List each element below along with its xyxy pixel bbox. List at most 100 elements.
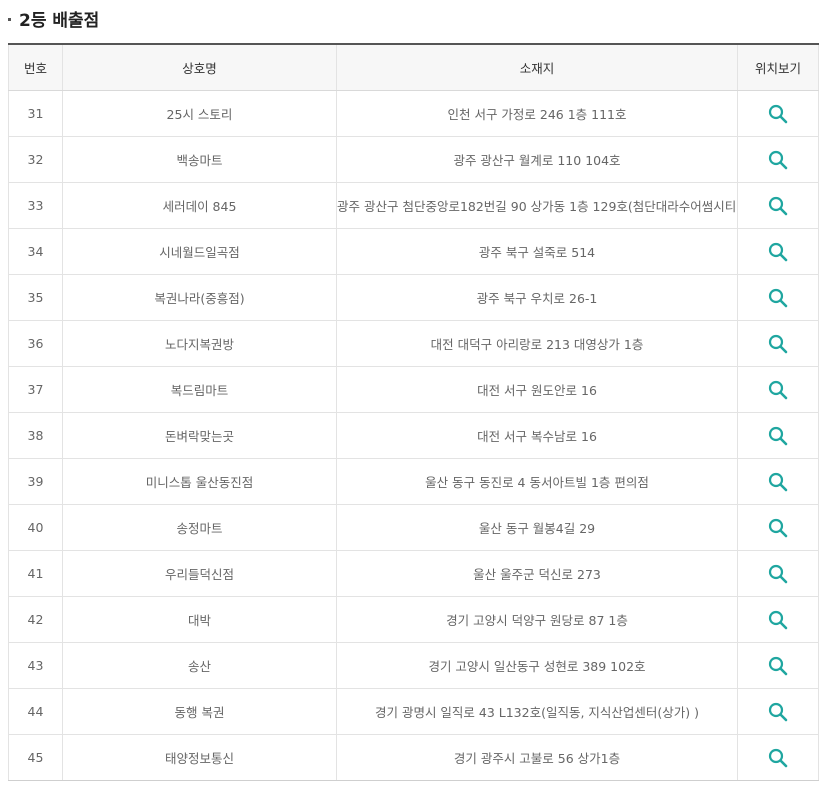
row-number: 35 [8, 274, 63, 321]
search-icon [768, 702, 788, 721]
row-address: 울산 동구 월봉4길 29 [336, 504, 738, 551]
table-body: 31 25시 스토리 인천 서구 가정로 246 1층 111호 32 백송마트 광주 광… [8, 90, 819, 781]
table-row: 45 태양정보통신 경기 광주시 고불로 56 상가1층 [8, 734, 819, 781]
row-address: 경기 고양시 덕양구 원당로 87 1층 [336, 596, 738, 643]
row-address: 광주 광산구 월계로 110 104호 [336, 136, 738, 183]
row-store-name: 노다지복권방 [62, 320, 337, 367]
row-store-name: 복권나라(중흥점) [62, 274, 337, 321]
row-address: 경기 광주시 고불로 56 상가1층 [336, 734, 738, 781]
row-store-name: 세러데이 845 [62, 182, 337, 229]
view-location-button[interactable] [765, 561, 791, 587]
table-row: 36 노다지복권방 대전 대덕구 아리랑로 213 대영상가 1층 [8, 320, 819, 367]
view-location-button[interactable] [765, 331, 791, 357]
row-number: 34 [8, 228, 63, 275]
row-address: 경기 고양시 일산동구 성현로 389 102호 [336, 642, 738, 689]
row-address: 울산 동구 동진로 4 동서아트빌 1층 편의점 [336, 458, 738, 505]
row-view-location [737, 90, 819, 137]
table-row: 32 백송마트 광주 광산구 월계로 110 104호 [8, 136, 819, 183]
view-location-button[interactable] [765, 193, 791, 219]
view-location-button[interactable] [765, 653, 791, 679]
search-icon [768, 334, 788, 353]
row-store-name: 송정마트 [62, 504, 337, 551]
row-number: 39 [8, 458, 63, 505]
row-address: 경기 광명시 일직로 43 L132호(일직동, 지식산업센터(상가) ) [336, 688, 738, 735]
row-view-location [737, 274, 819, 321]
row-number: 43 [8, 642, 63, 689]
view-location-button[interactable] [765, 515, 791, 541]
row-view-location [737, 734, 819, 781]
row-number: 38 [8, 412, 63, 459]
search-icon [768, 196, 788, 215]
view-location-button[interactable] [765, 377, 791, 403]
row-store-name: 25시 스토리 [62, 90, 337, 137]
view-location-button[interactable] [765, 745, 791, 771]
lottery-winner-stores-panel: 2등 배출점 번호 상호명 소재지 위치보기 31 25시 스토리 인천 서구 가정… [0, 0, 822, 792]
bullet-dot [8, 17, 11, 21]
row-address: 인천 서구 가정로 246 1층 111호 [336, 90, 738, 137]
row-number: 41 [8, 550, 63, 597]
view-location-button[interactable] [765, 101, 791, 127]
section-title: 2등 배출점 [8, 4, 99, 32]
search-icon [768, 380, 788, 399]
header-store-name: 상호명 [62, 43, 337, 91]
view-location-button[interactable] [765, 239, 791, 265]
row-view-location [737, 550, 819, 597]
table-row: 40 송정마트 울산 동구 월봉4길 29 [8, 504, 819, 551]
row-number: 33 [8, 182, 63, 229]
view-location-button[interactable] [765, 423, 791, 449]
row-view-location [737, 458, 819, 505]
search-icon [768, 748, 788, 767]
search-icon [768, 242, 788, 261]
row-store-name: 미니스톱 울산동진점 [62, 458, 337, 505]
table-row: 37 복드림마트 대전 서구 원도안로 16 [8, 366, 819, 413]
table-row: 35 복권나라(중흥점) 광주 북구 우치로 26-1 [8, 274, 819, 321]
search-icon [768, 104, 788, 123]
row-address: 광주 북구 설죽로 514 [336, 228, 738, 275]
row-number: 45 [8, 734, 63, 781]
row-view-location [737, 136, 819, 183]
table-header-row: 번호 상호명 소재지 위치보기 [8, 43, 819, 91]
row-view-location [737, 642, 819, 689]
row-store-name: 동행 복권 [62, 688, 337, 735]
row-address: 광주 북구 우치로 26-1 [336, 274, 738, 321]
search-icon [768, 656, 788, 675]
row-address: 대전 서구 원도안로 16 [336, 366, 738, 413]
row-number: 31 [8, 90, 63, 137]
view-location-button[interactable] [765, 699, 791, 725]
table-row: 42 대박 경기 고양시 덕양구 원당로 87 1층 [8, 596, 819, 643]
row-address: 대전 서구 복수남로 16 [336, 412, 738, 459]
row-view-location [737, 412, 819, 459]
header-address: 소재지 [336, 43, 738, 91]
search-icon [768, 426, 788, 445]
row-store-name: 복드림마트 [62, 366, 337, 413]
header-view-location: 위치보기 [737, 43, 819, 91]
table-row: 33 세러데이 845 광주 광산구 첨단중앙로182번길 90 상가동 1층 12… [8, 182, 819, 229]
table-row: 31 25시 스토리 인천 서구 가정로 246 1층 111호 [8, 90, 819, 137]
search-icon [768, 518, 788, 537]
row-store-name: 우리들덕신점 [62, 550, 337, 597]
row-view-location [737, 366, 819, 413]
view-location-button[interactable] [765, 469, 791, 495]
row-store-name: 돈벼락맞는곳 [62, 412, 337, 459]
row-view-location [737, 182, 819, 229]
table-row: 38 돈벼락맞는곳 대전 서구 복수남로 16 [8, 412, 819, 459]
search-icon [768, 150, 788, 169]
search-icon [768, 564, 788, 583]
row-number: 32 [8, 136, 63, 183]
header-number: 번호 [8, 43, 63, 91]
row-number: 42 [8, 596, 63, 643]
row-address: 대전 대덕구 아리랑로 213 대영상가 1층 [336, 320, 738, 367]
row-number: 36 [8, 320, 63, 367]
view-location-button[interactable] [765, 607, 791, 633]
row-number: 37 [8, 366, 63, 413]
table-row: 43 송산 경기 고양시 일산동구 성현로 389 102호 [8, 642, 819, 689]
table-row: 34 시네월드일곡점 광주 북구 설죽로 514 [8, 228, 819, 275]
row-view-location [737, 228, 819, 275]
view-location-button[interactable] [765, 147, 791, 173]
view-location-button[interactable] [765, 285, 791, 311]
section-title-text: 2등 배출점 [19, 10, 100, 31]
row-view-location [737, 596, 819, 643]
row-view-location [737, 320, 819, 367]
row-number: 44 [8, 688, 63, 735]
row-store-name: 태양정보통신 [62, 734, 337, 781]
